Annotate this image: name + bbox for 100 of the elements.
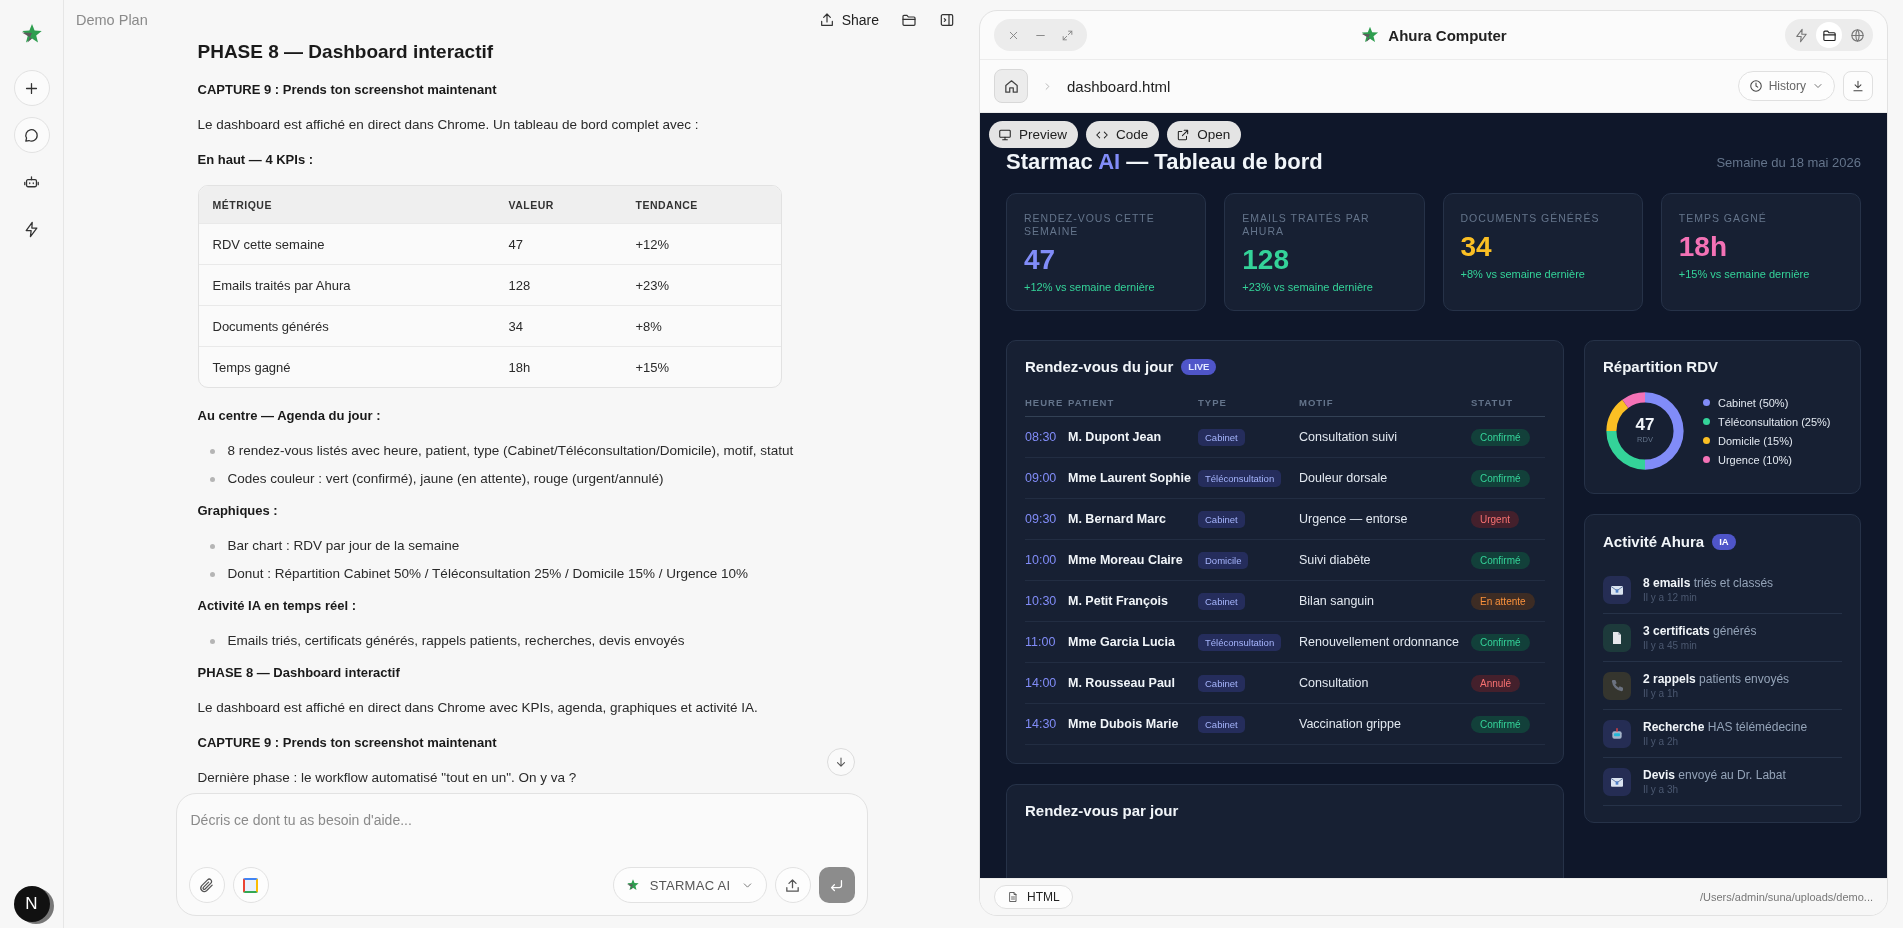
- subheading: PHASE 8 — Dashboard interactif: [197, 664, 401, 682]
- subheading: En haut — 4 KPIs :: [197, 151, 315, 169]
- table-cell-text: Consultation suivi: [1299, 430, 1398, 444]
- legend-label: Domicile (15%): [1718, 433, 1793, 448]
- table-cell-text: Suivi diabète: [1299, 553, 1372, 567]
- bullet-dot: [209, 543, 215, 549]
- type-tag: Domicile: [1198, 552, 1249, 569]
- prompt-field[interactable]: Décris ce dont tu as besoin d'aide...: [188, 808, 855, 832]
- card-title: Rendez-vous du jour: [1025, 357, 1174, 377]
- calendar-icon: [243, 877, 258, 893]
- attach-button[interactable]: [188, 867, 225, 903]
- robot-icon: [1609, 725, 1625, 742]
- column-header: PATIENT: [1068, 396, 1116, 408]
- lightning-icon: [1793, 27, 1809, 43]
- activity-text: 8 emails triés et classés: [1643, 575, 1774, 591]
- status-badge: Confirmé: [1471, 552, 1530, 569]
- column-header: MÉTRIQUE: [212, 198, 273, 211]
- section-heading: PHASE 8 — Dashboard interactif: [197, 40, 495, 64]
- table-cell-text: 09:30: [1025, 512, 1058, 526]
- column-header: MOTIF: [1299, 396, 1335, 408]
- download-icon: [1851, 79, 1865, 93]
- legend-label: Urgence (10%): [1718, 452, 1792, 467]
- ai-badge: IA: [1712, 534, 1736, 550]
- clock-icon: [1748, 79, 1763, 93]
- file-type-chip[interactable]: HTML: [994, 885, 1073, 909]
- card-title: Activité Ahura: [1603, 532, 1705, 552]
- legend-label: Cabinet (50%): [1718, 395, 1789, 410]
- sidebar-button[interactable]: [13, 117, 50, 153]
- kpi-value: 34: [1460, 231, 1493, 263]
- table-cell-text: Consultation: [1299, 676, 1370, 690]
- table-cell-text: +8%: [635, 318, 663, 334]
- phone-icon: [1609, 677, 1625, 694]
- card-title: Rendez-vous par jour: [1025, 801, 1180, 821]
- list-item-text: Bar chart : RDV par jour de la semaine: [227, 537, 460, 555]
- kpi-value: 47: [1024, 244, 1057, 276]
- view-tab[interactable]: [1816, 22, 1842, 48]
- lightning-icon[interactable]: [23, 220, 40, 238]
- table-cell-text: 34: [508, 318, 524, 334]
- dashboard-title: Starmac AI — Tableau de bord: [1006, 149, 1323, 175]
- upload-icon: [784, 876, 801, 894]
- send-button[interactable]: [818, 867, 855, 903]
- activity-text: Recherche HAS télémédecine: [1643, 719, 1808, 735]
- bullet-dot: [209, 638, 215, 644]
- user-avatar[interactable]: N: [13, 886, 50, 922]
- mode-button[interactable]: Code: [1086, 121, 1160, 148]
- table-cell-text: 09:00: [1025, 471, 1058, 485]
- folder-icon[interactable]: [901, 12, 917, 28]
- share-icon: [818, 12, 835, 28]
- activity-text: Devis envoyé au Dr. Labat: [1643, 767, 1786, 783]
- model-picker[interactable]: STARMAC AI: [612, 867, 767, 903]
- table-cell-text: 14:00: [1025, 676, 1058, 690]
- table-cell-text: M. Bernard Marc: [1068, 512, 1167, 526]
- table-cell-text: Documents générés: [212, 318, 330, 334]
- history-button[interactable]: History: [1737, 71, 1835, 101]
- kpi-label: EMAILS TRAITÉS PAR AHURA: [1242, 212, 1371, 238]
- bullet-dot: [209, 476, 215, 482]
- type-tag: Téléconsultation: [1198, 470, 1282, 487]
- kpi-trend: +23% vs semaine dernière: [1242, 281, 1374, 293]
- table-cell-text: +15%: [635, 359, 671, 375]
- window-title: Ahura Computer: [1388, 26, 1507, 44]
- bullet-dot: [209, 448, 215, 454]
- mode-button[interactable]: Preview: [989, 121, 1078, 148]
- table-cell-text: 10:00: [1025, 553, 1058, 567]
- file-path: /Users/admin/suna/uploads/demo...: [1699, 891, 1873, 903]
- external-link-icon: [1176, 127, 1191, 142]
- home-button[interactable]: [994, 69, 1028, 103]
- paragraph: Le dashboard est affiché en direct dans Chrome. Un tableau de bord complet avec :: [197, 116, 700, 134]
- paragraph: Dernière phase : le workflow automatisé "tout en un". On y va ?: [197, 769, 578, 787]
- chat-title: Demo Plan: [76, 12, 148, 28]
- subheading: CAPTURE 9 : Prends ton screenshot maintenant: [197, 734, 498, 752]
- column-header: HEURE: [1025, 396, 1065, 408]
- table-cell-text: RDV cette semaine: [212, 236, 326, 252]
- type-tag: Cabinet: [1198, 429, 1245, 446]
- sidebar-toggle-icon[interactable]: [939, 12, 955, 28]
- subheading: Activité IA en temps réel :: [197, 597, 357, 615]
- status-badge: Confirmé: [1471, 429, 1530, 446]
- table-cell-text: Mme Laurent Sophie: [1068, 471, 1192, 485]
- table-cell-text: 128: [508, 277, 532, 293]
- type-tag: Cabinet: [1198, 716, 1245, 733]
- table-cell-text: Mme Moreau Claire: [1068, 553, 1184, 567]
- calendar-button[interactable]: [232, 867, 269, 903]
- table-cell-text: Douleur dorsale: [1299, 471, 1389, 485]
- scroll-down-button[interactable]: [827, 748, 855, 776]
- file-name: dashboard.html: [1067, 77, 1171, 95]
- kpi-label: TEMPS GAGNÉ: [1678, 212, 1768, 225]
- download-button[interactable]: [1843, 71, 1873, 101]
- mode-button[interactable]: Open: [1167, 121, 1242, 148]
- card-title: Répartition RDV: [1603, 357, 1719, 377]
- folder-icon: [1821, 27, 1837, 43]
- home-icon: [1002, 77, 1020, 95]
- activity-text: 2 rappels patients envoyés: [1643, 671, 1790, 687]
- table-cell-text: 08:30: [1025, 430, 1058, 444]
- kpi-value: 128: [1242, 244, 1290, 276]
- kpi-trend: +15% vs semaine dernière: [1678, 268, 1811, 280]
- star-logo: [625, 878, 640, 892]
- share-button[interactable]: Share: [818, 12, 879, 28]
- table-cell-text: +23%: [635, 277, 671, 293]
- table-cell-text: Renouvellement ordonnance: [1299, 635, 1460, 649]
- upload-button[interactable]: [774, 867, 811, 903]
- status-badge: Urgent: [1471, 511, 1519, 528]
